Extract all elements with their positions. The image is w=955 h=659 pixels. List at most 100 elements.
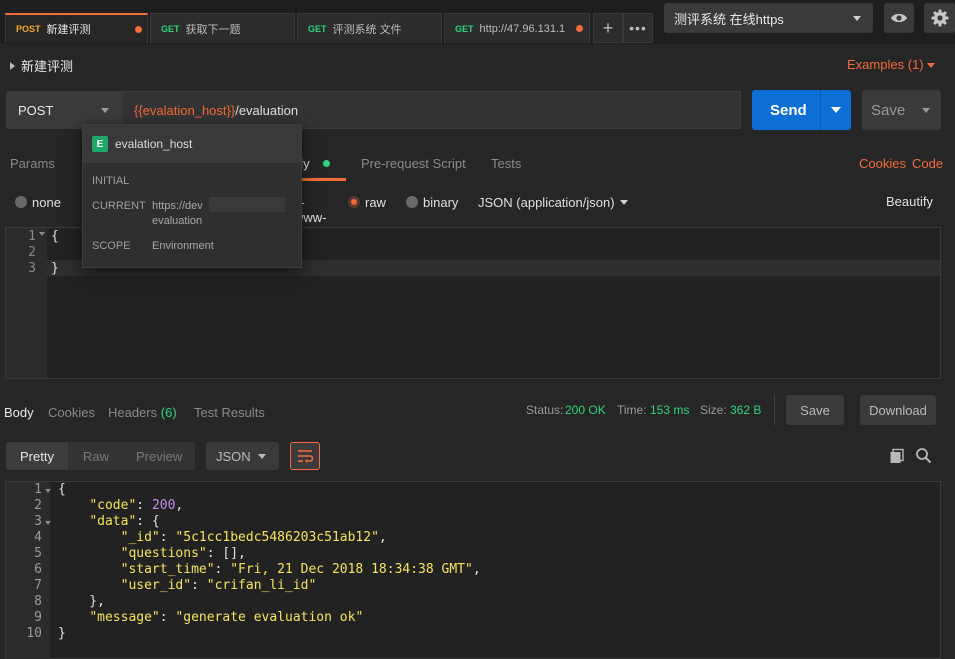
current-value-cont: evaluation xyxy=(152,215,203,227)
tab-new-evaluation[interactable]: POST 新建评测 xyxy=(5,13,148,43)
current-key: CURRENT xyxy=(92,200,146,212)
tab-params[interactable]: Params xyxy=(10,156,55,171)
size-label: Size: xyxy=(700,403,727,417)
tab-http-request[interactable]: GET http://47.96.131.1 xyxy=(444,13,590,43)
radio-none-label: none xyxy=(32,195,61,210)
url-path: /evaluation xyxy=(235,102,299,118)
request-name: 新建评测 xyxy=(21,59,74,74)
save-response-button[interactable]: Save xyxy=(786,395,844,425)
fold-icon[interactable] xyxy=(45,521,51,525)
tab-prerequest-script[interactable]: Pre-request Script xyxy=(361,156,466,171)
view-pretty[interactable]: Pretty xyxy=(20,449,54,464)
download-button[interactable]: Download xyxy=(860,395,936,425)
unsaved-dot xyxy=(576,25,583,32)
status-label: Status: xyxy=(526,403,564,417)
save-options-chevron-icon[interactable] xyxy=(922,108,930,113)
tab-label: 新建评测 xyxy=(46,24,91,36)
fold-icon[interactable] xyxy=(45,489,51,493)
scope-value: Environment xyxy=(152,240,214,252)
caret-right-icon xyxy=(10,61,15,70)
radio-none[interactable] xyxy=(15,196,27,208)
tab-label: http://47.96.131.1 xyxy=(479,22,566,35)
line-number: 5 xyxy=(34,546,42,561)
json-line-code: "code": 200, xyxy=(89,498,184,513)
response-tab-body[interactable]: Body xyxy=(4,405,34,420)
json-start-time-value: Fri, 21 Dec 2018 18:34:38 GMT xyxy=(238,562,466,577)
chevron-down-icon xyxy=(101,108,109,113)
tab-options-button[interactable]: ••• xyxy=(623,13,653,43)
json-line: { xyxy=(58,482,66,497)
badge-letter: E xyxy=(96,138,104,150)
json-id-value: 5c1cc1bedc5486203c51ab12 xyxy=(183,530,372,545)
initial-key: INITIAL xyxy=(92,175,130,187)
radio-binary[interactable] xyxy=(406,196,418,208)
variable-name: evalation_host xyxy=(115,137,193,151)
new-tab-button[interactable]: + xyxy=(593,13,623,43)
wrap-lines-button[interactable] xyxy=(290,442,320,470)
request-name-toggle[interactable]: 新建评测 xyxy=(10,56,73,75)
line-number: 8 xyxy=(34,594,42,609)
view-raw[interactable]: Raw xyxy=(83,449,109,464)
manage-environments-button[interactable] xyxy=(924,3,955,33)
send-label: Send xyxy=(770,102,807,119)
size-value: 362 B xyxy=(730,403,762,417)
url-variable[interactable]: {{evalation_host}} xyxy=(134,103,235,118)
save-label: Save xyxy=(871,102,906,119)
json-questions-value: [] xyxy=(222,546,239,561)
line-number: 9 xyxy=(34,610,42,625)
json-line-message: "message": "generate evaluation ok" xyxy=(89,610,364,625)
examples-dropdown[interactable]: Examples (1) xyxy=(847,57,924,72)
copy-icon[interactable] xyxy=(889,448,905,467)
content-type-select[interactable]: JSON (application/json) xyxy=(478,195,615,210)
environment-select[interactable]: 测评系统 在线https xyxy=(664,3,873,33)
save-response-label: Save xyxy=(800,402,830,418)
method-value: POST xyxy=(18,102,54,118)
json-line: }, xyxy=(58,594,105,609)
headers-count: (6) xyxy=(160,405,177,420)
gear-icon xyxy=(931,9,948,27)
json-line: } xyxy=(58,626,66,641)
fold-icon[interactable] xyxy=(39,232,45,236)
send-options-chevron-icon[interactable] xyxy=(831,107,841,113)
headers-label: Headers xyxy=(108,405,158,420)
environment-name: 测评系统 在线https xyxy=(674,11,784,27)
radio-raw-label: raw xyxy=(365,195,386,210)
line-number: 3 xyxy=(34,514,42,529)
plus-icon: + xyxy=(602,17,614,38)
line-number: 1 xyxy=(28,229,36,244)
body-indicator-dot xyxy=(323,160,330,167)
tab-tests[interactable]: Tests xyxy=(491,156,521,171)
search-icon[interactable] xyxy=(915,447,932,467)
chevron-down-icon xyxy=(927,63,935,68)
environment-quick-look-button[interactable] xyxy=(884,3,914,33)
tab-get-next-question[interactable]: GET 获取下一题 xyxy=(150,13,295,43)
radio-raw[interactable] xyxy=(348,196,360,208)
json-message-value: generate evaluation ok xyxy=(183,610,356,625)
cookies-link[interactable]: Cookies xyxy=(859,156,906,171)
examples-label: Examples (1) xyxy=(847,57,924,72)
view-preview[interactable]: Preview xyxy=(136,449,182,464)
radio-binary-label: binary xyxy=(423,195,459,210)
json-line-id: "_id": "5c1cc1bedc5486203c51ab12", xyxy=(120,530,387,545)
tab-method: GET xyxy=(161,23,180,34)
response-tab-test-results[interactable]: Test Results xyxy=(194,405,265,420)
code-link[interactable]: Code xyxy=(912,156,943,171)
tab-method: GET xyxy=(308,23,327,34)
format-value: JSON xyxy=(216,448,251,464)
json-line-questions: "questions": [], xyxy=(120,546,246,561)
chevron-down-icon xyxy=(853,16,861,21)
response-tab-cookies[interactable]: Cookies xyxy=(48,405,95,420)
tab-eval-system-file[interactable]: GET 评测系统 文件 xyxy=(297,13,442,43)
scope-key: SCOPE xyxy=(92,240,131,252)
json-code-value: 200 xyxy=(151,498,176,513)
send-divider xyxy=(820,90,821,130)
beautify-link[interactable]: Beautify xyxy=(886,194,933,209)
unsaved-dot xyxy=(135,26,142,33)
line-number: 2 xyxy=(34,498,42,513)
time-value: 153 ms xyxy=(650,403,690,417)
response-format-select[interactable]: JSON xyxy=(206,442,279,470)
time-label: Time: xyxy=(617,403,647,417)
tab-label: 评测系统 文件 xyxy=(332,23,402,36)
response-tab-headers[interactable]: Headers (6) xyxy=(108,405,177,420)
status-value: 200 OK xyxy=(565,403,606,417)
